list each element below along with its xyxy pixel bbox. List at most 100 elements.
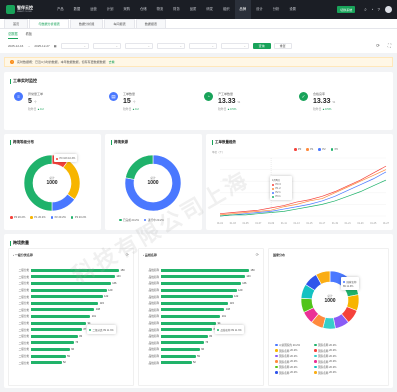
- nav-item[interactable]: 设计: [251, 0, 268, 19]
- date-end[interactable]: 2025-12-27: [34, 44, 49, 48]
- bar[interactable]: [161, 341, 204, 345]
- donut-slice-P1[interactable]: [62, 159, 81, 200]
- refresh-icon[interactable]: ⟳: [376, 43, 380, 49]
- bar[interactable]: [161, 281, 241, 285]
- calendar-icon[interactable]: ▦: [54, 44, 57, 48]
- legend-item[interactable]: 国家名称 20.2%: [314, 354, 348, 358]
- page-tab[interactable]: 数据报表: [135, 19, 167, 28]
- bar-row[interactable]: 品线名称 143: [143, 274, 258, 281]
- legend-item[interactable]: 国家名称 20.2%: [275, 354, 309, 358]
- bar[interactable]: [31, 308, 95, 312]
- bar-row[interactable]: 二级分类 136: [13, 280, 128, 287]
- bar[interactable]: [31, 301, 99, 305]
- legend-item[interactable]: 国家名称 20.2%: [275, 365, 309, 369]
- bar-row[interactable]: 品线名称 129: [143, 287, 258, 294]
- filter-select-6[interactable]: [220, 43, 249, 49]
- bar[interactable]: [161, 301, 229, 305]
- nav-item[interactable]: 品牌: [234, 0, 252, 19]
- query-button[interactable]: 查询: [252, 43, 271, 49]
- stat-card[interactable]: ▤ 工单数量 15 个 较昨日 ▲0.2: [109, 92, 199, 122]
- legend-item[interactable]: P1: [306, 148, 313, 151]
- bar-row[interactable]: 品线名称 66: [143, 346, 258, 353]
- bar[interactable]: [31, 354, 66, 358]
- bar[interactable]: [31, 281, 111, 285]
- search-icon[interactable]: ⌕: [364, 7, 367, 12]
- page-tab[interactable]: 与数据分析报表: [29, 19, 69, 28]
- refresh-icon[interactable]: ⟳: [256, 252, 259, 257]
- stat-card[interactable]: ≡ 异常量工单 5 个 较昨日 ▲0.2: [14, 92, 104, 122]
- bell-icon[interactable]: ◔: [371, 7, 374, 12]
- switch-system-button[interactable]: 切换系统: [337, 6, 356, 13]
- bar[interactable]: [161, 275, 245, 279]
- bar-row[interactable]: 品线名称 136: [143, 280, 258, 287]
- bar-row[interactable]: 二级分类 122: [13, 293, 128, 300]
- legend-item[interactable]: P0 20.2%: [10, 216, 25, 219]
- legend-item[interactable]: P2 20.2%: [50, 216, 66, 219]
- bar-row[interactable]: 二级分类 129: [13, 287, 128, 294]
- subtab-board[interactable]: 看板: [26, 29, 32, 39]
- legend-item[interactable]: P3: [330, 148, 338, 151]
- legend-item[interactable]: 以前国家的 20.2%: [275, 343, 309, 347]
- nav-item[interactable]: 运营: [85, 0, 102, 19]
- bar-row[interactable]: 二级分类 59: [13, 353, 128, 360]
- bar[interactable]: [31, 328, 83, 332]
- stat-card[interactable]: ◔ 产工单数量 13.33 % 较昨日 ▲0.5%: [204, 92, 294, 122]
- legend-item[interactable]: 国家名称 20.2%: [314, 360, 348, 364]
- filter-select-4[interactable]: [156, 43, 185, 49]
- filter-select-5[interactable]: [188, 43, 217, 49]
- bar[interactable]: [31, 334, 78, 338]
- bar[interactable]: [161, 288, 237, 292]
- filter-select-3[interactable]: [124, 43, 153, 49]
- bar-row[interactable]: 品线名称 52: [143, 359, 258, 366]
- subtab-overview[interactable]: 总数据: [8, 29, 18, 39]
- filter-select-1[interactable]: [60, 43, 89, 49]
- bar-row[interactable]: 二级分类 108: [13, 307, 128, 314]
- bar[interactable]: [161, 321, 217, 325]
- bar[interactable]: [31, 314, 91, 318]
- bar-row[interactable]: 二级分类 52: [13, 359, 128, 366]
- bar[interactable]: [161, 328, 213, 332]
- bar[interactable]: [161, 347, 200, 351]
- legend-item[interactable]: 国家名称 20.2%: [314, 371, 348, 375]
- bar-row[interactable]: 品线名称 122: [143, 293, 258, 300]
- reset-button[interactable]: 重置: [273, 43, 292, 49]
- date-start[interactable]: 2025-12-16: [8, 44, 23, 48]
- legend-item[interactable]: 国家名称 20.2%: [314, 365, 348, 369]
- legend-item[interactable]: P1 20.2%: [30, 216, 46, 219]
- legend-item[interactable]: 国家名称 20.2%: [275, 349, 309, 353]
- bar-row[interactable]: 品线名称 73: [143, 340, 258, 347]
- bar[interactable]: [161, 354, 196, 358]
- legend-item[interactable]: P0: [294, 148, 301, 151]
- bar[interactable]: [161, 268, 249, 272]
- avatar[interactable]: [385, 6, 392, 13]
- nav-item[interactable]: 计划: [102, 0, 119, 19]
- nav-item[interactable]: 财务: [168, 0, 185, 19]
- legend-item[interactable]: 国家名称 20.2%: [314, 343, 348, 347]
- nav-item[interactable]: 研发: [201, 0, 218, 19]
- bar[interactable]: [161, 308, 225, 312]
- nav-item[interactable]: 分析: [268, 0, 285, 19]
- bar[interactable]: [31, 321, 87, 325]
- nav-item[interactable]: 产品: [52, 0, 69, 19]
- nav-item[interactable]: 设置: [284, 0, 301, 19]
- filter-select-2[interactable]: [92, 43, 121, 49]
- nav-item[interactable]: 物流: [152, 0, 169, 19]
- bar[interactable]: [31, 361, 62, 365]
- bar-row[interactable]: 二级分类 73: [13, 340, 128, 347]
- bar[interactable]: [161, 295, 233, 299]
- legend-item[interactable]: P3 20.2%: [70, 216, 86, 219]
- nav-item[interactable]: 仓储: [135, 0, 152, 19]
- help-icon[interactable]: ?: [377, 7, 380, 12]
- bar[interactable]: [31, 347, 70, 351]
- bar-row[interactable]: 品线名称 101: [143, 313, 258, 320]
- bar-row[interactable]: 品线名称 150: [143, 267, 258, 274]
- bar[interactable]: [161, 361, 192, 365]
- page-tab[interactable]: 数据分析报: [69, 19, 104, 28]
- bar[interactable]: [31, 288, 107, 292]
- page-tab[interactable]: 首页: [4, 19, 29, 28]
- bar[interactable]: [161, 334, 208, 338]
- bar[interactable]: [161, 314, 221, 318]
- bar-row[interactable]: 二级分类 143: [13, 274, 128, 281]
- legend-item[interactable]: P2: [318, 148, 326, 151]
- page-tab[interactable]: 车间报表: [104, 19, 135, 28]
